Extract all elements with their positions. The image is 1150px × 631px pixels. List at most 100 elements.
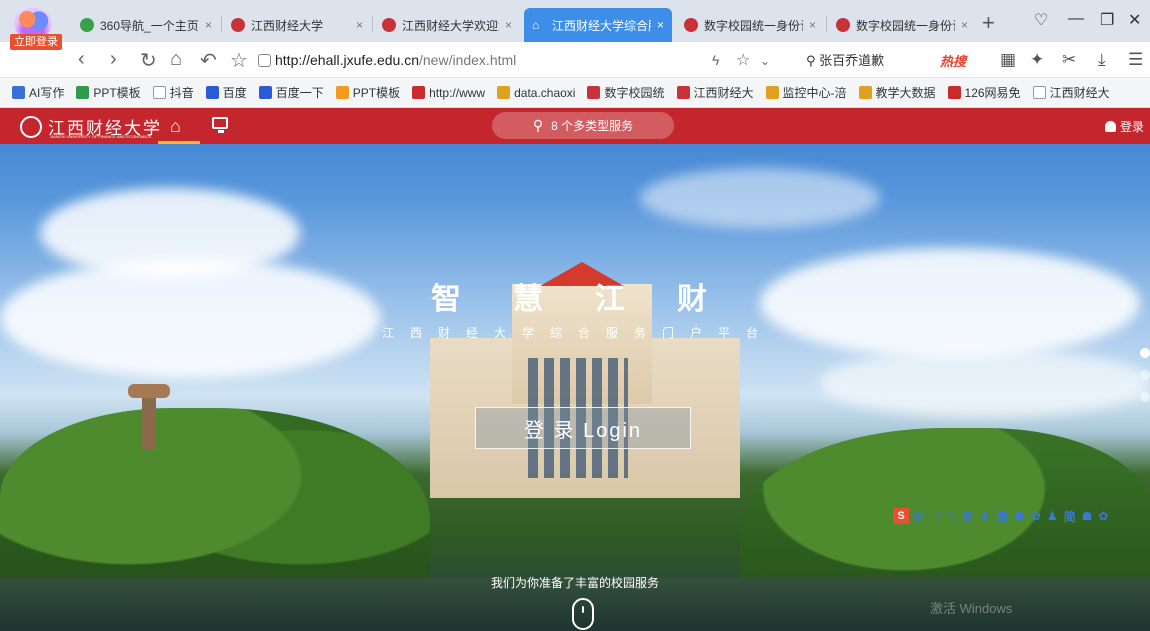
tab-title: 江西财经大学欢迎您	[402, 18, 499, 33]
hot-search-link[interactable]: 热搜	[940, 51, 966, 70]
bookmark-item[interactable]: http://www	[412, 86, 485, 100]
minimize-button[interactable]: —	[1068, 10, 1084, 28]
ime-toolbar-item[interactable]: ♟	[979, 509, 990, 523]
url-input[interactable]: http://ehall.jxufe.edu.cn /new/index.htm…	[258, 46, 788, 74]
maximize-button[interactable]: ❐	[1100, 10, 1114, 30]
dropdown-chevron-icon[interactable]: ⌄	[760, 54, 770, 68]
bookmark-favicon-icon	[587, 86, 601, 99]
active-nav-indicator	[158, 141, 200, 144]
tab-4-active[interactable]: ⌂ 江西财经大学综合服 ×	[524, 8, 672, 42]
bookmark-item[interactable]: 百度一下	[258, 84, 324, 101]
search-box[interactable]: ⚲ 张百乔道歉	[806, 50, 884, 69]
jxufe-favicon-icon	[382, 18, 396, 32]
ime-toolbar-item[interactable]: 简	[996, 508, 1008, 525]
download-icon[interactable]: ⤓	[1098, 50, 1106, 70]
tab-close-icon[interactable]: ×	[809, 18, 816, 32]
bookmark-item[interactable]: 江西财经大	[1032, 84, 1110, 101]
service-search-label: 8 个多类型服务	[551, 119, 634, 133]
tab-close-icon[interactable]: ×	[657, 18, 664, 32]
ime-toolbar-item[interactable]: ☽	[931, 509, 942, 523]
bookmark-item[interactable]: data.chaoxi	[497, 86, 575, 100]
undo-close-icon[interactable]: ↶	[200, 48, 217, 73]
search-icon: ⚲	[806, 53, 820, 68]
hero-login-button[interactable]: 登 录 Login	[475, 407, 691, 449]
tab-title: 江西财经大学	[251, 18, 324, 33]
scissors-icon[interactable]: ✂	[1062, 50, 1076, 70]
bookmark-label: 江西财经大	[1049, 86, 1110, 100]
ime-toolbar-item[interactable]: ☗	[1014, 509, 1025, 523]
ime-toolbar-item[interactable]: ▦	[962, 509, 973, 523]
close-window-button[interactable]: ✕	[1128, 10, 1141, 30]
bookmark-label: 抖音	[169, 86, 194, 100]
bookmark-item[interactable]: AI写作	[12, 84, 64, 101]
slide-dot[interactable]	[1140, 370, 1150, 380]
tab-title: 数字校园统一身份认	[704, 18, 803, 33]
university-logo[interactable]: 江西财经大学 JIANGXI UNIVERSITY OF FINANCE AND…	[20, 114, 162, 139]
bookmark-item[interactable]: PPT模板	[76, 84, 141, 101]
login-badge-button[interactable]: 立即登录	[10, 34, 62, 50]
favorite-menu-icon[interactable]: ♡	[1034, 10, 1048, 30]
bookmark-star-icon[interactable]: ☆	[230, 48, 248, 73]
cloud	[820, 348, 1150, 418]
ime-toolbar-item[interactable]: ✿	[1031, 509, 1041, 523]
bookmark-item[interactable]: 教学大数据	[858, 84, 936, 101]
bookmark-item[interactable]: 江西财经大	[676, 84, 754, 101]
tab-close-icon[interactable]: ×	[205, 18, 212, 32]
new-tab-button[interactable]: +	[982, 10, 995, 36]
tab-5[interactable]: 数字校园统一身份认 ×	[676, 8, 824, 42]
bookmark-favicon-icon	[947, 86, 961, 99]
bookmark-label: 百度一下	[275, 86, 324, 100]
tab-6[interactable]: 数字校园统一身份认 ×	[828, 8, 976, 42]
tab-separator	[372, 16, 373, 32]
bookmark-item[interactable]: 百度	[205, 84, 247, 101]
menu-icon[interactable]: ☰	[1128, 50, 1143, 70]
home-nav-icon[interactable]: ⌂	[170, 116, 181, 137]
tab-separator	[221, 16, 222, 32]
apps-grid-icon[interactable]: ▦	[1000, 50, 1016, 70]
tab-close-icon[interactable]: ×	[961, 18, 968, 32]
reload-icon[interactable]: ↻	[140, 48, 157, 73]
monitor-nav-icon[interactable]	[212, 117, 228, 133]
header-login-label: 登录	[1119, 120, 1144, 134]
security-shield-icon[interactable]	[258, 53, 271, 67]
home-icon[interactable]: ⌂	[170, 48, 182, 71]
ime-toolbar-item[interactable]: 中	[913, 508, 925, 525]
bookmark-label: AI写作	[29, 86, 65, 100]
cloud	[640, 168, 880, 228]
game-controller-icon[interactable]: ✦	[1030, 50, 1044, 70]
slide-dot-active[interactable]	[1140, 348, 1150, 358]
bookmark-label: data.chaoxi	[514, 85, 576, 100]
ime-toolbar-item[interactable]: ✿	[1098, 509, 1108, 523]
campus-portal-page: 江西财经大学 JIANGXI UNIVERSITY OF FINANCE AND…	[0, 108, 1150, 631]
header-login-button[interactable]: 登录	[1104, 118, 1144, 135]
bookmark-item[interactable]: 抖音	[152, 84, 194, 101]
back-icon[interactable]: ‹	[78, 48, 85, 71]
ime-toolbar-item[interactable]: ♟	[1047, 509, 1058, 523]
tab-3[interactable]: 江西财经大学欢迎您 ×	[374, 8, 520, 42]
bookmark-item[interactable]: 监控中心-涪	[765, 84, 847, 101]
service-search-button[interactable]: ⚲ 8 个多类型服务	[492, 112, 674, 139]
university-english-name: JIANGXI UNIVERSITY OF FINANCE AND ECONOM…	[50, 134, 152, 139]
scroll-mouse-icon[interactable]	[572, 598, 594, 630]
ime-toolbar-item[interactable]: °,	[948, 509, 956, 523]
favorite-star-icon[interactable]: ☆	[736, 50, 750, 70]
ime-toolbar-item[interactable]: ☗	[1082, 509, 1093, 523]
forward-icon[interactable]: ›	[110, 48, 117, 71]
hero-title: 智慧江财	[431, 283, 759, 316]
tab-1[interactable]: 360导航_一个主页， ×	[72, 8, 220, 42]
search-query: 张百乔道歉	[819, 53, 885, 68]
tab-close-icon[interactable]: ×	[505, 18, 512, 32]
tab-2[interactable]: 江西财经大学 ×	[223, 8, 371, 42]
browser-tab-bar: 立即登录 360导航_一个主页， × 江西财经大学 × 江西财经大学欢迎您 × …	[0, 0, 1150, 50]
bookmark-item[interactable]: 126网易免	[947, 84, 1021, 101]
lightning-icon[interactable]: ϟ	[712, 52, 719, 68]
bookmark-label: PPT模板	[352, 86, 401, 100]
bookmark-item[interactable]: PPT模板	[335, 84, 401, 101]
slide-dot[interactable]	[1140, 392, 1150, 402]
bookmark-item[interactable]: 数字校园统	[587, 84, 665, 101]
jxufe-favicon-icon	[684, 18, 698, 32]
ime-toolbar-item[interactable]: 简	[1064, 508, 1076, 525]
sogou-ime-icon[interactable]: S	[893, 508, 909, 524]
tab-close-icon[interactable]: ×	[356, 18, 363, 32]
bookmark-favicon-icon	[335, 86, 349, 99]
